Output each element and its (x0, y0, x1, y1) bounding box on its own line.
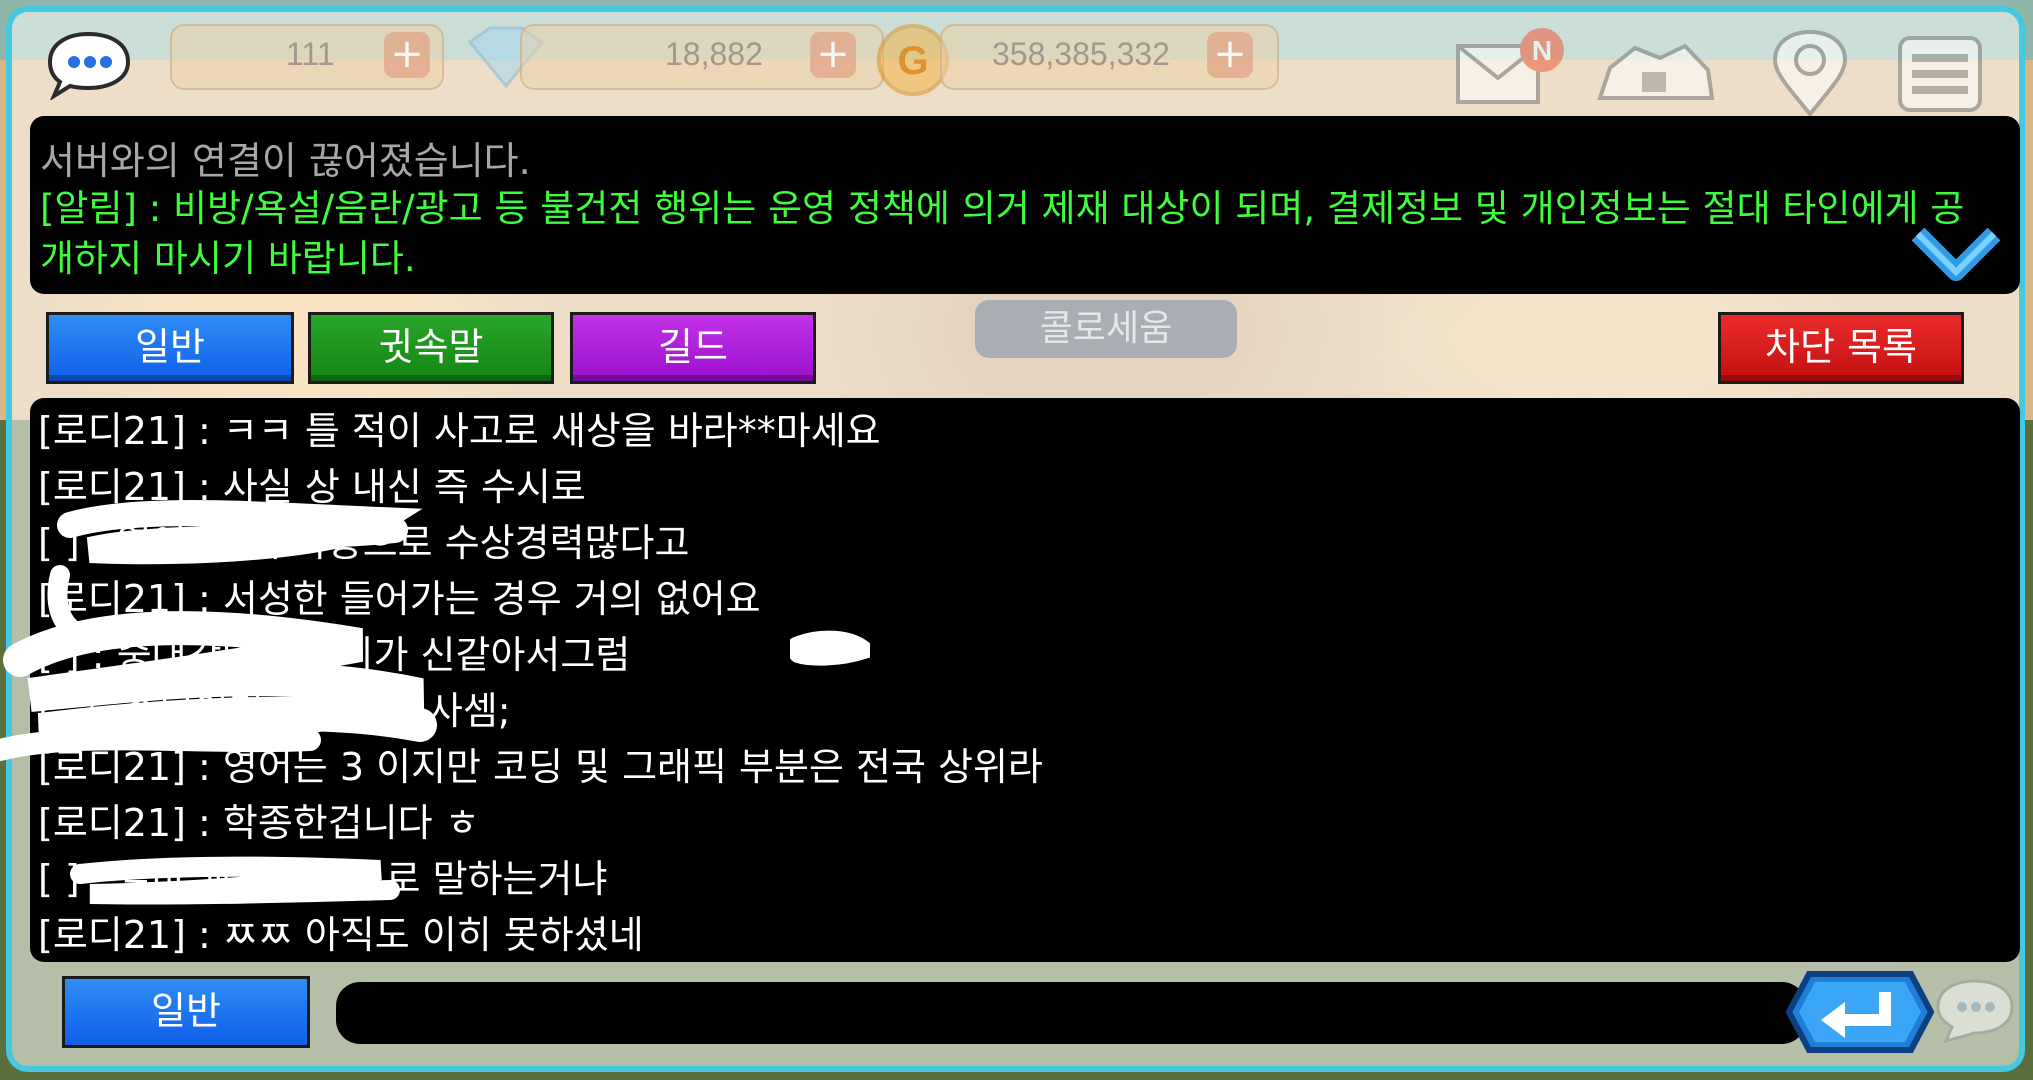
resource-1-value: 111 (286, 36, 335, 72)
system-notice-panel: 서버와의 연결이 끊어졌습니다. [알림] : 비방/욕설/음란/광고 등 불건… (30, 116, 2020, 294)
mail-icon[interactable]: N (1450, 28, 1570, 108)
block-list-button[interactable]: 차단 목록 (1718, 312, 1964, 384)
location-pin-icon[interactable] (1765, 28, 1855, 118)
emoji-bubble-icon[interactable] (1930, 975, 2020, 1045)
chat-bubble-icon[interactable] (40, 30, 136, 100)
top-resource-bar: 111 + 18,882 + G 358,385,332 + N (20, 18, 2013, 118)
redaction-scribble (0, 500, 437, 761)
chat-input[interactable] (336, 982, 1806, 1044)
chat-message: [로디21] : ㅋㅋ 틀 적이 사고로 새상을 바라**마세요 (38, 409, 881, 453)
resource-2-plus-button[interactable]: + (810, 32, 856, 78)
resource-2-value: 18,882 (665, 36, 763, 72)
chevron-down-icon[interactable] (1910, 222, 2002, 286)
redaction-scribble (70, 856, 400, 905)
disconnect-message: 서버와의 연결이 끊어졌습니다. (40, 139, 531, 183)
chat-message: [로디21] : ㅉㅉ 아직도 이히 못하셨네 (38, 913, 644, 957)
mail-badge: N (1532, 35, 1552, 66)
menu-icon[interactable] (1890, 28, 1990, 118)
svg-text:G: G (897, 39, 928, 83)
colosseum-background-label: 콜로세움 (975, 300, 1237, 358)
input-channel-selector[interactable]: 일반 (62, 976, 310, 1048)
tab-guild[interactable]: 길드 (570, 312, 816, 384)
enter-send-button[interactable] (1785, 966, 1935, 1058)
resource-1-plus-button[interactable]: + (384, 32, 430, 78)
policy-notice: [알림] : 비방/욕설/음란/광고 등 불건전 행위는 운영 정책에 의거 제… (40, 187, 1965, 280)
house-icon[interactable] (1590, 28, 1720, 108)
tab-whisper[interactable]: 귓속말 (308, 312, 554, 384)
redaction-scribble (790, 630, 870, 666)
tab-general[interactable]: 일반 (46, 312, 294, 384)
resource-3-value: 358,385,332 (992, 36, 1170, 72)
resource-3-plus-button[interactable]: + (1207, 32, 1253, 78)
